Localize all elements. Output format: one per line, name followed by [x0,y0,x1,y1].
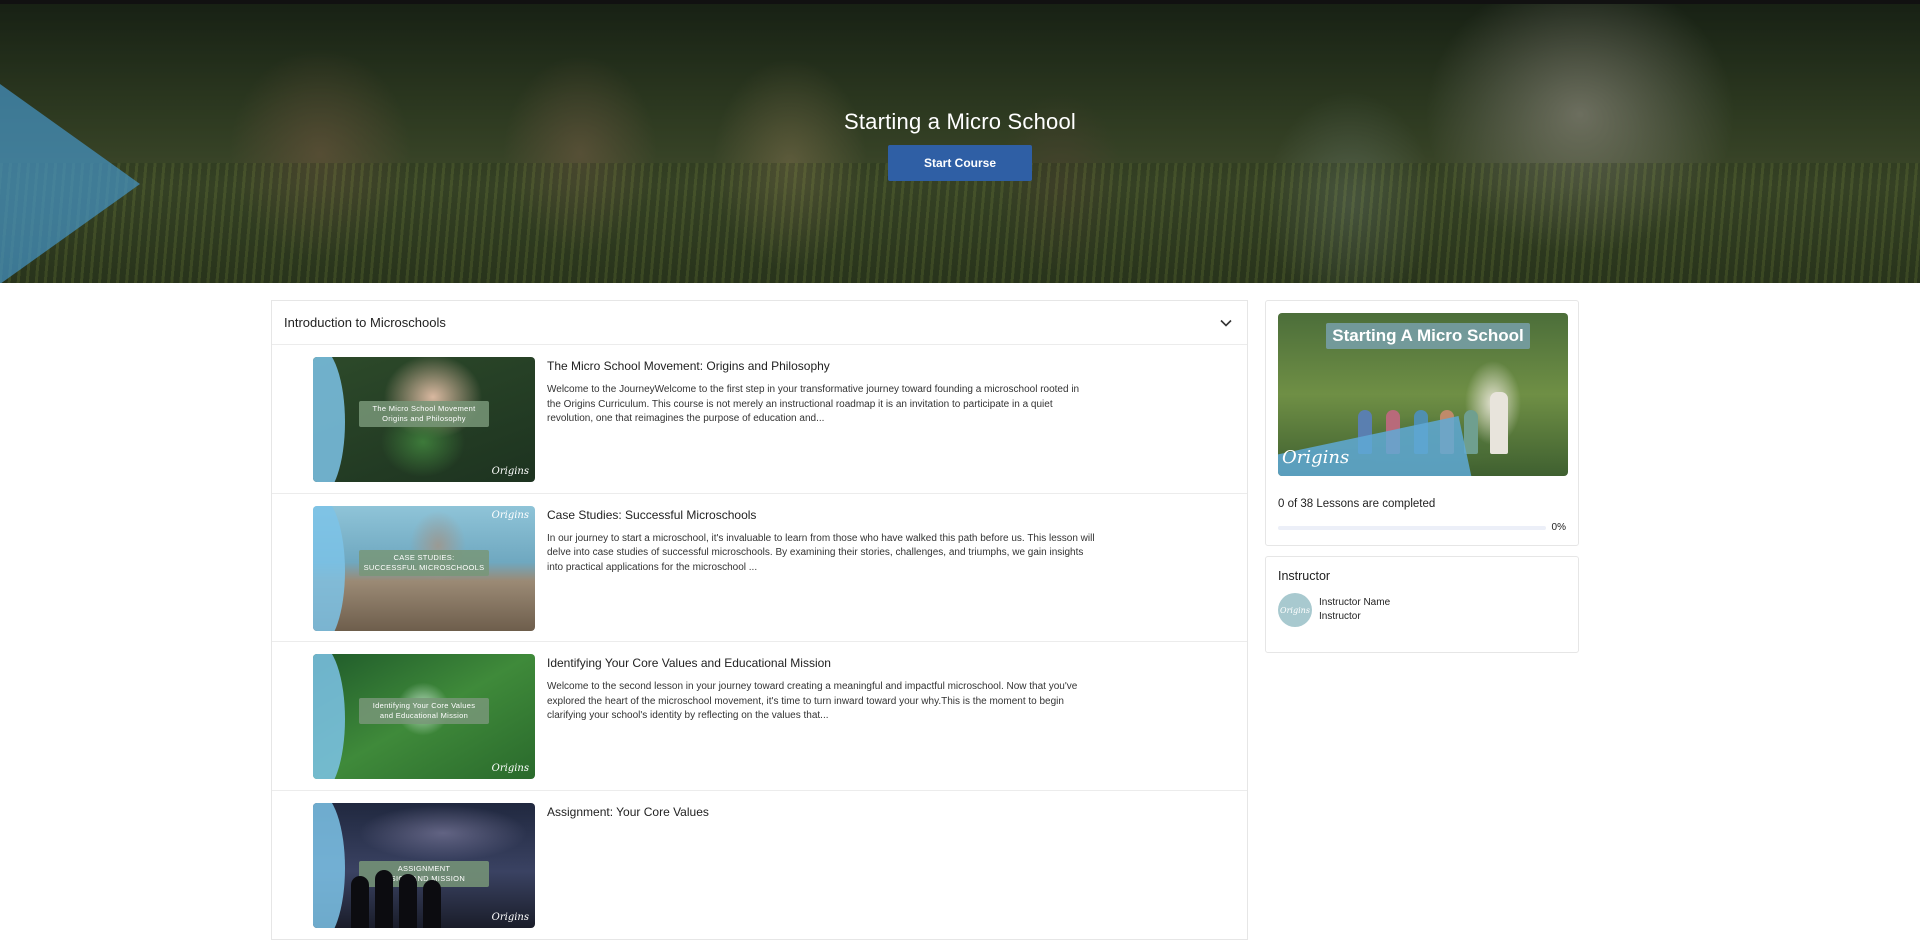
silhouette-figure [351,875,369,928]
wave-decoration [313,654,345,779]
lesson-item[interactable]: ASSIGNMENT VISION AND MISSION Origins As… [272,791,1247,940]
lesson-item[interactable]: Identifying Your Core Values and Educati… [272,642,1247,791]
instructor-info: Instructor Name Instructor [1319,596,1390,624]
progress-bar [1278,525,1546,530]
thumbnail-title: CASE STUDIES: SUCCESSFUL MICROSCHOOLS [359,549,489,576]
lesson-body: Assignment: Your Core Values [535,803,1095,940]
chevron-down-icon[interactable] [1217,314,1235,332]
thumbnail-title: The Micro School Movement Origins and Ph… [359,401,489,428]
wave-decoration [313,357,345,482]
start-course-button[interactable]: Start Course [888,145,1032,181]
origins-logo: Origins [491,911,529,923]
lesson-item[interactable]: CASE STUDIES: SUCCESSFUL MICROSCHOOLS Or… [272,494,1247,642]
thumbnail-title: Identifying Your Core Values and Educati… [359,698,489,725]
instructor-heading: Instructor [1278,569,1331,583]
course-cover-image: Starting A Micro School Origins [1278,313,1568,476]
silhouette-figure [399,873,417,928]
teacher-figure [1490,392,1508,454]
lesson-section: Introduction to Microschools The Micro S… [271,300,1248,940]
lesson-body: Case Studies: Successful Microschools In… [535,506,1095,642]
silhouette-figure [423,879,441,928]
origins-logo: Origins [491,466,529,477]
hero-content: Starting a Micro School Start Course [0,109,1920,181]
course-content: Introduction to Microschools The Micro S… [271,300,1248,940]
course-progress-card: Starting A Micro School Origins 0 of 38 … [1265,300,1579,546]
lesson-title[interactable]: Case Studies: Successful Microschools [547,508,1095,522]
course-hero: Starting a Micro School Start Course [0,0,1920,283]
silhouette-figure [375,869,393,928]
progress-percent: 0% [1551,522,1566,533]
lesson-item[interactable]: The Micro School Movement Origins and Ph… [272,345,1247,494]
course-sidebar: Starting A Micro School Origins 0 of 38 … [1265,300,1579,653]
course-title: Starting a Micro School [843,109,1077,134]
lesson-thumbnail[interactable]: ASSIGNMENT VISION AND MISSION Origins [313,802,535,928]
origins-logo: Origins [491,509,529,521]
instructor-row: Origins Instructor Name Instructor [1278,593,1566,627]
lesson-description: In our journey to start a microschool, i… [547,532,1095,573]
course-image-title: Starting A Micro School [1326,323,1530,349]
wave-decoration [313,802,345,928]
avatar: Origins [1278,593,1312,627]
lesson-title[interactable]: Identifying Your Core Values and Educati… [547,656,1095,670]
origins-logo: Origins [1282,447,1350,468]
instructor-role: Instructor [1319,611,1361,622]
lesson-title[interactable]: Assignment: Your Core Values [547,805,1095,819]
lesson-thumbnail[interactable]: Identifying Your Core Values and Educati… [313,654,535,779]
origins-logo: Origins [491,763,529,774]
instructor-card: Instructor Origins Instructor Name Instr… [1265,556,1579,653]
wave-decoration [313,505,345,631]
lessons-completed-text: 0 of 38 Lessons are completed [1278,498,1436,510]
lesson-description: Welcome to the JourneyWelcome to the fir… [547,384,1080,424]
lesson-body: Identifying Your Core Values and Educati… [535,654,1095,790]
lesson-body: The Micro School Movement: Origins and P… [535,357,1095,493]
section-title: Introduction to Microschools [284,315,446,330]
instructor-name: Instructor Name [1319,597,1391,608]
lesson-thumbnail[interactable]: CASE STUDIES: SUCCESSFUL MICROSCHOOLS Or… [313,505,535,631]
section-header[interactable]: Introduction to Microschools [272,301,1247,345]
child-figure [1464,410,1478,454]
lesson-description: Welcome to the second lesson in your jou… [547,681,1078,721]
lesson-thumbnail[interactable]: The Micro School Movement Origins and Ph… [313,357,535,482]
lesson-title[interactable]: The Micro School Movement: Origins and P… [547,359,1095,373]
progress-row: 0% [1278,522,1566,533]
